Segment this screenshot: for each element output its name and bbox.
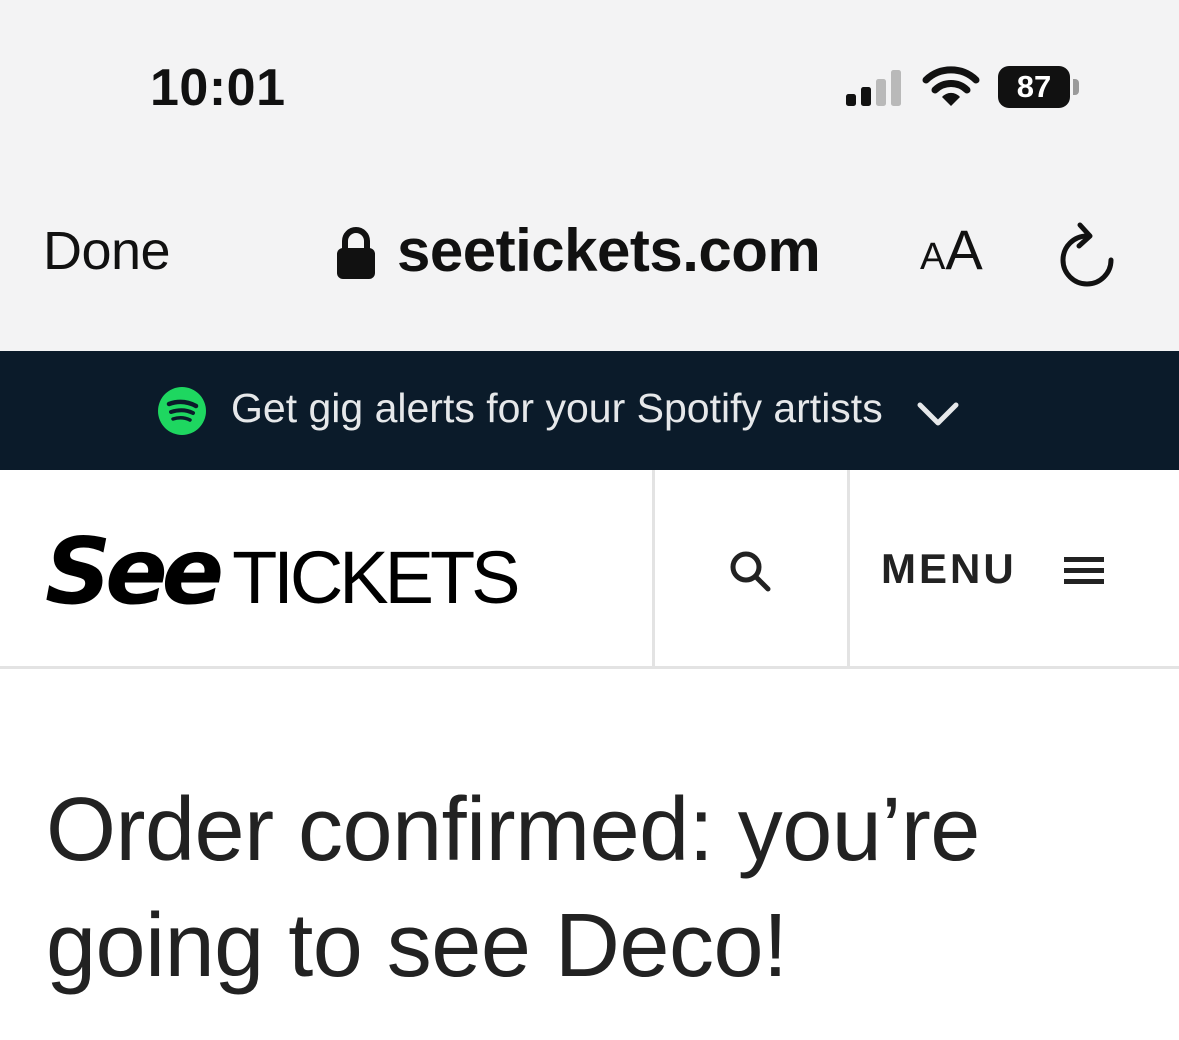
chevron-down-icon[interactable] bbox=[914, 397, 962, 429]
see-tickets-logo[interactable]: See TICKETS bbox=[45, 518, 521, 625]
status-time: 10:01 bbox=[150, 59, 286, 117]
wifi-icon bbox=[922, 66, 980, 106]
spotify-icon bbox=[158, 387, 206, 435]
text-size-small-letter: A bbox=[920, 236, 946, 278]
logo-tickets: TICKETS bbox=[232, 536, 520, 619]
battery-level: 87 bbox=[998, 66, 1070, 108]
cellular-signal-icon bbox=[846, 70, 901, 106]
spotify-banner-text: Get gig alerts for your Spotify artists bbox=[231, 385, 883, 431]
text-size-button[interactable]: AA bbox=[920, 222, 983, 278]
url-address[interactable]: seetickets.com bbox=[397, 216, 821, 285]
browser-chrome: 10:01 87 Done seetickets.com AA bbox=[0, 0, 1179, 351]
menu-label: MENU bbox=[881, 545, 1017, 592]
done-button[interactable]: Done bbox=[43, 220, 171, 282]
lock-icon bbox=[337, 227, 375, 279]
search-icon bbox=[730, 551, 771, 592]
battery-cap bbox=[1073, 79, 1079, 95]
site-header: See TICKETS MENU bbox=[0, 470, 1179, 669]
text-size-large-letter: A bbox=[945, 218, 983, 281]
menu-button[interactable]: MENU bbox=[850, 470, 1179, 666]
reload-icon[interactable] bbox=[1056, 222, 1118, 288]
spotify-alert-banner[interactable]: Get gig alerts for your Spotify artists bbox=[0, 351, 1179, 470]
search-button[interactable] bbox=[655, 470, 847, 666]
logo-see: See bbox=[45, 518, 224, 625]
page-title: Order confirmed: you’re going to see Dec… bbox=[46, 780, 980, 996]
hamburger-menu-icon bbox=[1064, 557, 1104, 584]
battery-indicator: 87 bbox=[998, 66, 1082, 108]
